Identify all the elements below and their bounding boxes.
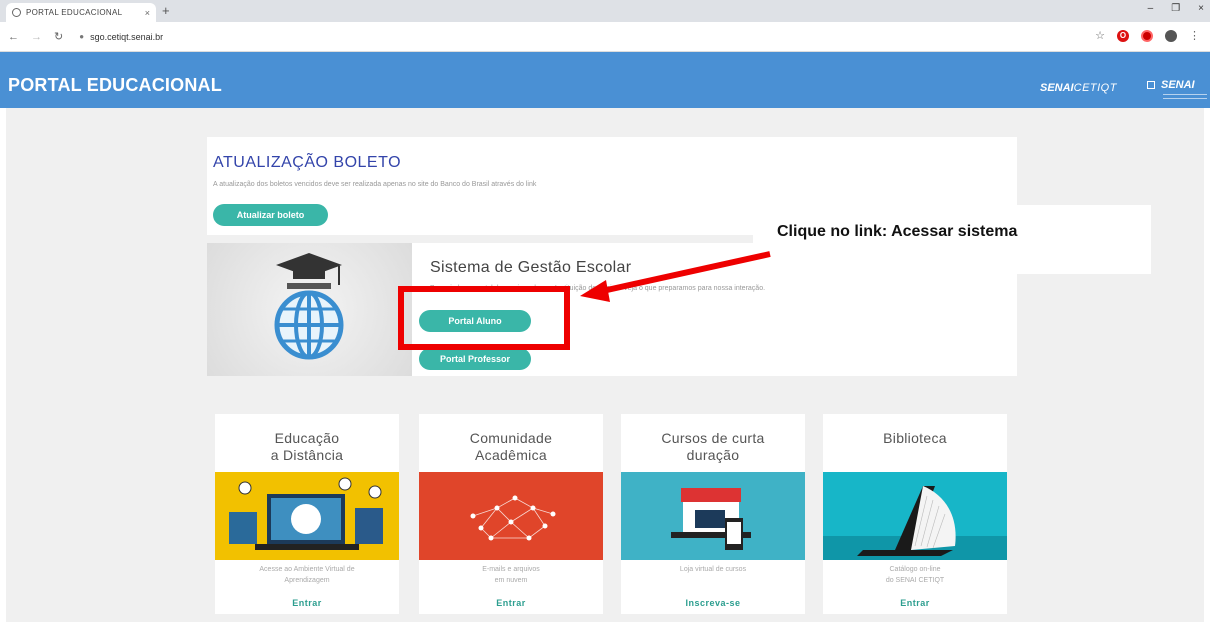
main-content: ATUALIZAÇÃO BOLETO A atualização dos bol… (6, 108, 1204, 622)
browser-tools: ☆ O ⋮ (1095, 29, 1200, 42)
service-title-line2: Acadêmica (475, 447, 547, 463)
service-desc-line1: Loja virtual de cursos (679, 566, 747, 573)
star-icon[interactable]: ☆ (1095, 29, 1105, 42)
service-title-line1: Educação (274, 430, 340, 446)
browser-window: PORTAL EDUCACIONAL × + – ❐ × ← → ↻ ● sgo… (0, 0, 1210, 628)
site-title: PORTAL EDUCACIONAL (8, 75, 222, 95)
update-boleto-button[interactable]: Atualizar boleto (213, 204, 328, 226)
tab-strip: PORTAL EDUCACIONAL × + – ❐ × (0, 0, 1210, 22)
biblioteca-entrar-link[interactable]: Entrar (823, 598, 1007, 608)
browser-tab[interactable]: PORTAL EDUCACIONAL × (6, 3, 156, 22)
service-title-line1: Cursos de curta (661, 430, 765, 446)
menu-kebab-icon[interactable]: ⋮ (1189, 29, 1200, 42)
service-description: Catálogo on-line do SENAI CETIQT (823, 564, 1007, 586)
close-window-icon[interactable]: × (1198, 3, 1204, 14)
graduation-globe-icon (274, 253, 344, 360)
url-text: sgo.cetiqt.senai.br (90, 31, 164, 42)
cursos-inscreva-link[interactable]: Inscreva-se (621, 598, 805, 608)
instruction-callout: Clique no link: Acessar sistema (753, 205, 1151, 274)
senai-cetiqt-logo: SENAICETIQT (1040, 82, 1117, 94)
service-desc-line2: em nuvem (494, 577, 528, 584)
reload-icon[interactable]: ↻ (54, 30, 63, 43)
address-toolbar: ← → ↻ ● sgo.cetiqt.senai.br ☆ O ⋮ (0, 22, 1210, 52)
service-description: Loja virtual de cursos (621, 564, 805, 575)
service-card-cursos: Cursos de curta duração Loja virtual de c… (621, 414, 805, 614)
logo-mark-icon (1147, 81, 1155, 90)
profile-avatar-icon[interactable] (1165, 29, 1177, 42)
highlight-box (398, 286, 570, 350)
minimize-icon[interactable]: – (1148, 3, 1154, 14)
book-laptop-illustration (823, 472, 1007, 560)
opera-extension-icon[interactable]: O (1117, 29, 1129, 42)
service-title: Cursos de curta duração (621, 430, 805, 464)
tab-title: PORTAL EDUCACIONAL (26, 8, 123, 17)
service-title-line2: duração (686, 447, 740, 463)
service-title: Comunidade Acadêmica (419, 430, 603, 464)
globe-icon (12, 8, 21, 17)
forward-icon[interactable]: → (31, 31, 42, 43)
service-title-line1: Comunidade (469, 430, 553, 446)
service-desc-line1: E-mails e arquivos (482, 566, 540, 573)
site-header: PORTAL EDUCACIONAL SENAICETIQT SENAI (0, 52, 1210, 108)
lock-icon: ● (79, 32, 85, 41)
address-bar[interactable]: ● sgo.cetiqt.senai.br (79, 32, 163, 42)
boleto-title: ATUALIZAÇÃO BOLETO (213, 154, 402, 171)
logo-underline (1163, 94, 1207, 99)
service-title: Biblioteca (823, 430, 1007, 447)
comunidade-entrar-link[interactable]: Entrar (419, 598, 603, 608)
service-title-line2: a Distância (270, 447, 344, 463)
service-title: Educação a Distância (215, 430, 399, 464)
service-desc-line1: Acesse ao Ambiente Virtual de (259, 566, 355, 573)
service-description: Acesse ao Ambiente Virtual de Aprendizage… (215, 564, 399, 586)
service-card-ead: Educação a Distância Acesse ao Ambiente V… (215, 414, 399, 614)
ead-illustration (215, 472, 399, 560)
service-desc-line2: Aprendizagem (284, 577, 330, 584)
new-tab-icon[interactable]: + (162, 3, 170, 19)
back-icon[interactable]: ← (8, 31, 19, 43)
cloud-network-illustration (419, 472, 603, 560)
online-store-illustration (621, 472, 805, 560)
service-title-line1: Biblioteca (883, 430, 947, 446)
service-card-comunidade: Comunidade Acadêmica E-mails e arquivos em… (419, 414, 603, 614)
logo-senai-text: SENAI (1161, 79, 1195, 91)
sge-illustration (207, 243, 412, 376)
callout-text: Clique no link: Acessar sistema (777, 223, 1018, 240)
tab-close-icon[interactable]: × (145, 8, 150, 18)
maximize-icon[interactable]: ❐ (1171, 3, 1180, 14)
service-desc-line2: do SENAI CETIQT (885, 577, 945, 584)
service-desc-line1: Catálogo on-line (889, 566, 941, 573)
adblock-extension-icon[interactable] (1141, 29, 1153, 42)
logo-senai-bold: SENAI (1040, 82, 1074, 94)
boleto-description: A atualização dos boletos vencidos deve … (213, 181, 537, 188)
sge-title: Sistema de Gestão Escolar (430, 259, 632, 276)
ead-entrar-link[interactable]: Entrar (215, 598, 399, 608)
window-controls: – ❐ × (1148, 3, 1204, 14)
logo-cetiqt: CETIQT (1073, 82, 1117, 94)
portal-professor-button[interactable]: Portal Professor (419, 348, 531, 370)
service-description: E-mails e arquivos em nuvem (419, 564, 603, 586)
senai-logo: SENAI (1147, 79, 1207, 99)
service-card-biblioteca: Biblioteca Catálogo on-line do SENAI CETI… (823, 414, 1007, 614)
